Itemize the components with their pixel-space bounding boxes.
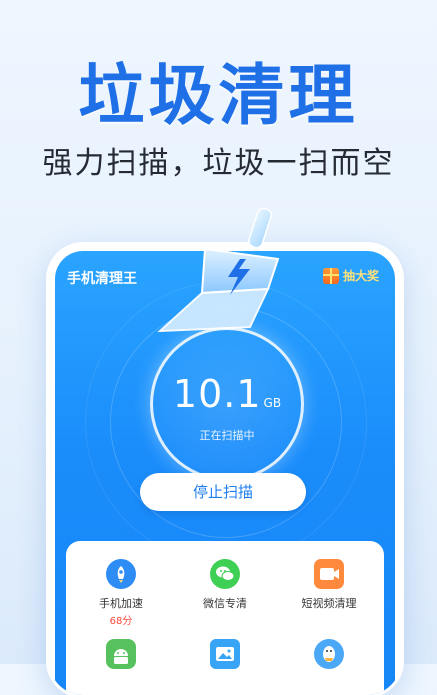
tool-short-video-clean[interactable]: 短视频清理 — [279, 559, 379, 611]
junk-size-unit: GB — [263, 396, 282, 410]
tools-panel: 手机加速 68分 微信专清 短视频清理 — [66, 541, 384, 695]
junk-size: 10.1 GB — [153, 372, 301, 416]
headline: 垃圾清理 — [78, 57, 359, 134]
tool-qq[interactable] — [279, 639, 379, 669]
stop-scan-button[interactable]: 停止扫描 — [140, 473, 306, 511]
image-icon — [210, 639, 240, 669]
tool-phone-boost[interactable]: 手机加速 68分 — [71, 559, 171, 627]
prize-button[interactable]: 抽大奖 — [322, 267, 379, 284]
scan-status: 正在扫描中 — [199, 429, 255, 442]
subline: 强力扫描，垃圾一扫而空 — [42, 146, 395, 181]
rocket-icon — [106, 559, 136, 589]
junk-size-value: 10.1 — [172, 372, 262, 416]
prize-label: 抽大奖 — [342, 269, 379, 283]
tool-label: 微信专清 — [203, 597, 247, 610]
android-icon — [106, 639, 136, 669]
broom-illustration — [157, 207, 280, 333]
tool-android[interactable] — [71, 639, 171, 669]
app-title: 手机清理王 — [67, 271, 137, 287]
score-badge: 68分 — [109, 616, 133, 627]
qq-penguin-icon — [314, 639, 344, 669]
wechat-icon — [210, 559, 240, 589]
tool-label: 短视频清理 — [301, 597, 357, 610]
tool-label: 手机加速 — [99, 597, 143, 610]
tool-image[interactable] — [175, 639, 275, 669]
video-icon — [314, 559, 344, 589]
scan-gauge: 10.1 GB 正在扫描中 — [150, 327, 304, 481]
gift-icon — [322, 267, 339, 284]
tool-wechat-clean[interactable]: 微信专清 — [175, 559, 275, 611]
